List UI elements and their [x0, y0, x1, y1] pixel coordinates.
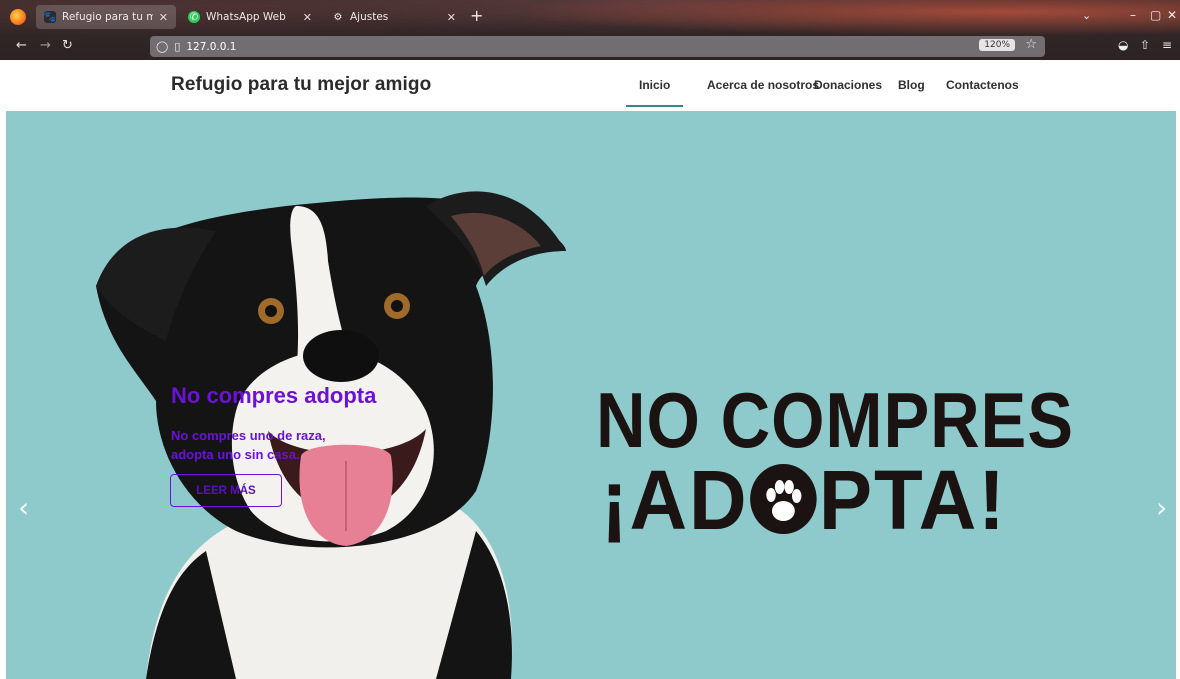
menu-item-donaciones[interactable]: Donaciones	[814, 78, 882, 92]
pocket-icon[interactable]: ◒	[1118, 38, 1128, 52]
tab-refugio[interactable]: 🐾 Refugio para tu mejor an ✕	[36, 5, 176, 29]
close-icon[interactable]: ✕	[303, 11, 312, 24]
carousel-prev-icon[interactable]: ‹	[18, 491, 29, 524]
menu-item-blog[interactable]: Blog	[898, 78, 925, 92]
close-window-icon[interactable]: ✕	[1167, 8, 1177, 22]
tab-bar: 🐾 Refugio para tu mejor an ✕ ✆ WhatsApp …	[0, 0, 1180, 34]
tab-ajustes[interactable]: ⚙ Ajustes ✕	[324, 5, 464, 29]
page-icon: ▯	[174, 40, 181, 53]
caption-title: No compres adopta	[171, 383, 377, 408]
menu-item-acerca[interactable]: Acerca de nosotros	[707, 78, 819, 92]
zoom-badge[interactable]: 120%	[979, 39, 1015, 51]
maximize-icon[interactable]: ▢	[1150, 8, 1161, 22]
shield-icon[interactable]: ◯	[156, 40, 168, 53]
tab-title: WhatsApp Web	[206, 11, 286, 23]
read-more-button[interactable]: LEER MÁS	[170, 474, 282, 507]
dog-favicon-icon: 🐾	[43, 11, 57, 23]
firefox-menu-icon[interactable]	[10, 9, 26, 25]
forward-icon[interactable]: →	[40, 38, 51, 54]
hero-carousel: No compres adopta No compres uno de raza…	[6, 111, 1176, 679]
chevron-down-icon[interactable]: ⌄	[1082, 9, 1091, 22]
extensions-icon[interactable]: ⇧	[1140, 38, 1150, 52]
minimize-icon[interactable]: –	[1130, 8, 1136, 22]
gear-icon: ⚙	[333, 11, 343, 23]
close-icon[interactable]: ✕	[159, 11, 168, 24]
caption-text: No compres uno de raza, adopta uno sin c…	[171, 428, 326, 462]
hamburger-menu-icon[interactable]: ≡	[1162, 38, 1172, 52]
menu-item-contactenos[interactable]: Contactenos	[946, 78, 1019, 92]
site-header: Refugio para tu mejor amigo Inicio Acerc…	[0, 60, 1180, 111]
slogan-line-2: ¡AD PTA!	[601, 458, 1007, 542]
bookmark-star-icon[interactable]: ☆	[1025, 37, 1037, 52]
site-brand[interactable]: Refugio para tu mejor amigo	[171, 74, 431, 96]
slogan-line-2-end: PTA!	[818, 453, 1007, 547]
tab-whatsapp[interactable]: ✆ WhatsApp Web ✕	[180, 5, 320, 29]
tab-title: Refugio para tu mejor an	[62, 11, 153, 23]
url-text[interactable]: 127.0.0.1	[186, 41, 236, 53]
carousel-next-icon[interactable]: ›	[1156, 491, 1167, 524]
whatsapp-icon: ✆	[188, 11, 200, 23]
close-icon[interactable]: ✕	[447, 11, 456, 24]
browser-chrome: 🐾 Refugio para tu mejor an ✕ ✆ WhatsApp …	[0, 0, 1180, 60]
tab-title: Ajustes	[350, 11, 389, 23]
slogan-line-2-start: ¡AD	[601, 453, 749, 547]
slogan-line-1: NO COMPRES	[596, 376, 1074, 464]
paw-print-svg	[766, 480, 802, 521]
back-icon[interactable]: ←	[16, 38, 27, 54]
reload-icon[interactable]: ↻	[62, 38, 73, 54]
menu-item-inicio[interactable]: Inicio	[625, 78, 684, 107]
url-bar[interactable]: ◯ ▯ 127.0.0.1 120% ☆	[150, 36, 1045, 57]
paw-print-icon	[750, 464, 817, 534]
nav-toolbar: ← → ↻ ◯ ▯ 127.0.0.1 120% ☆ ◒ ⇧ ≡	[0, 34, 1180, 60]
new-tab-icon[interactable]: +	[470, 8, 483, 24]
